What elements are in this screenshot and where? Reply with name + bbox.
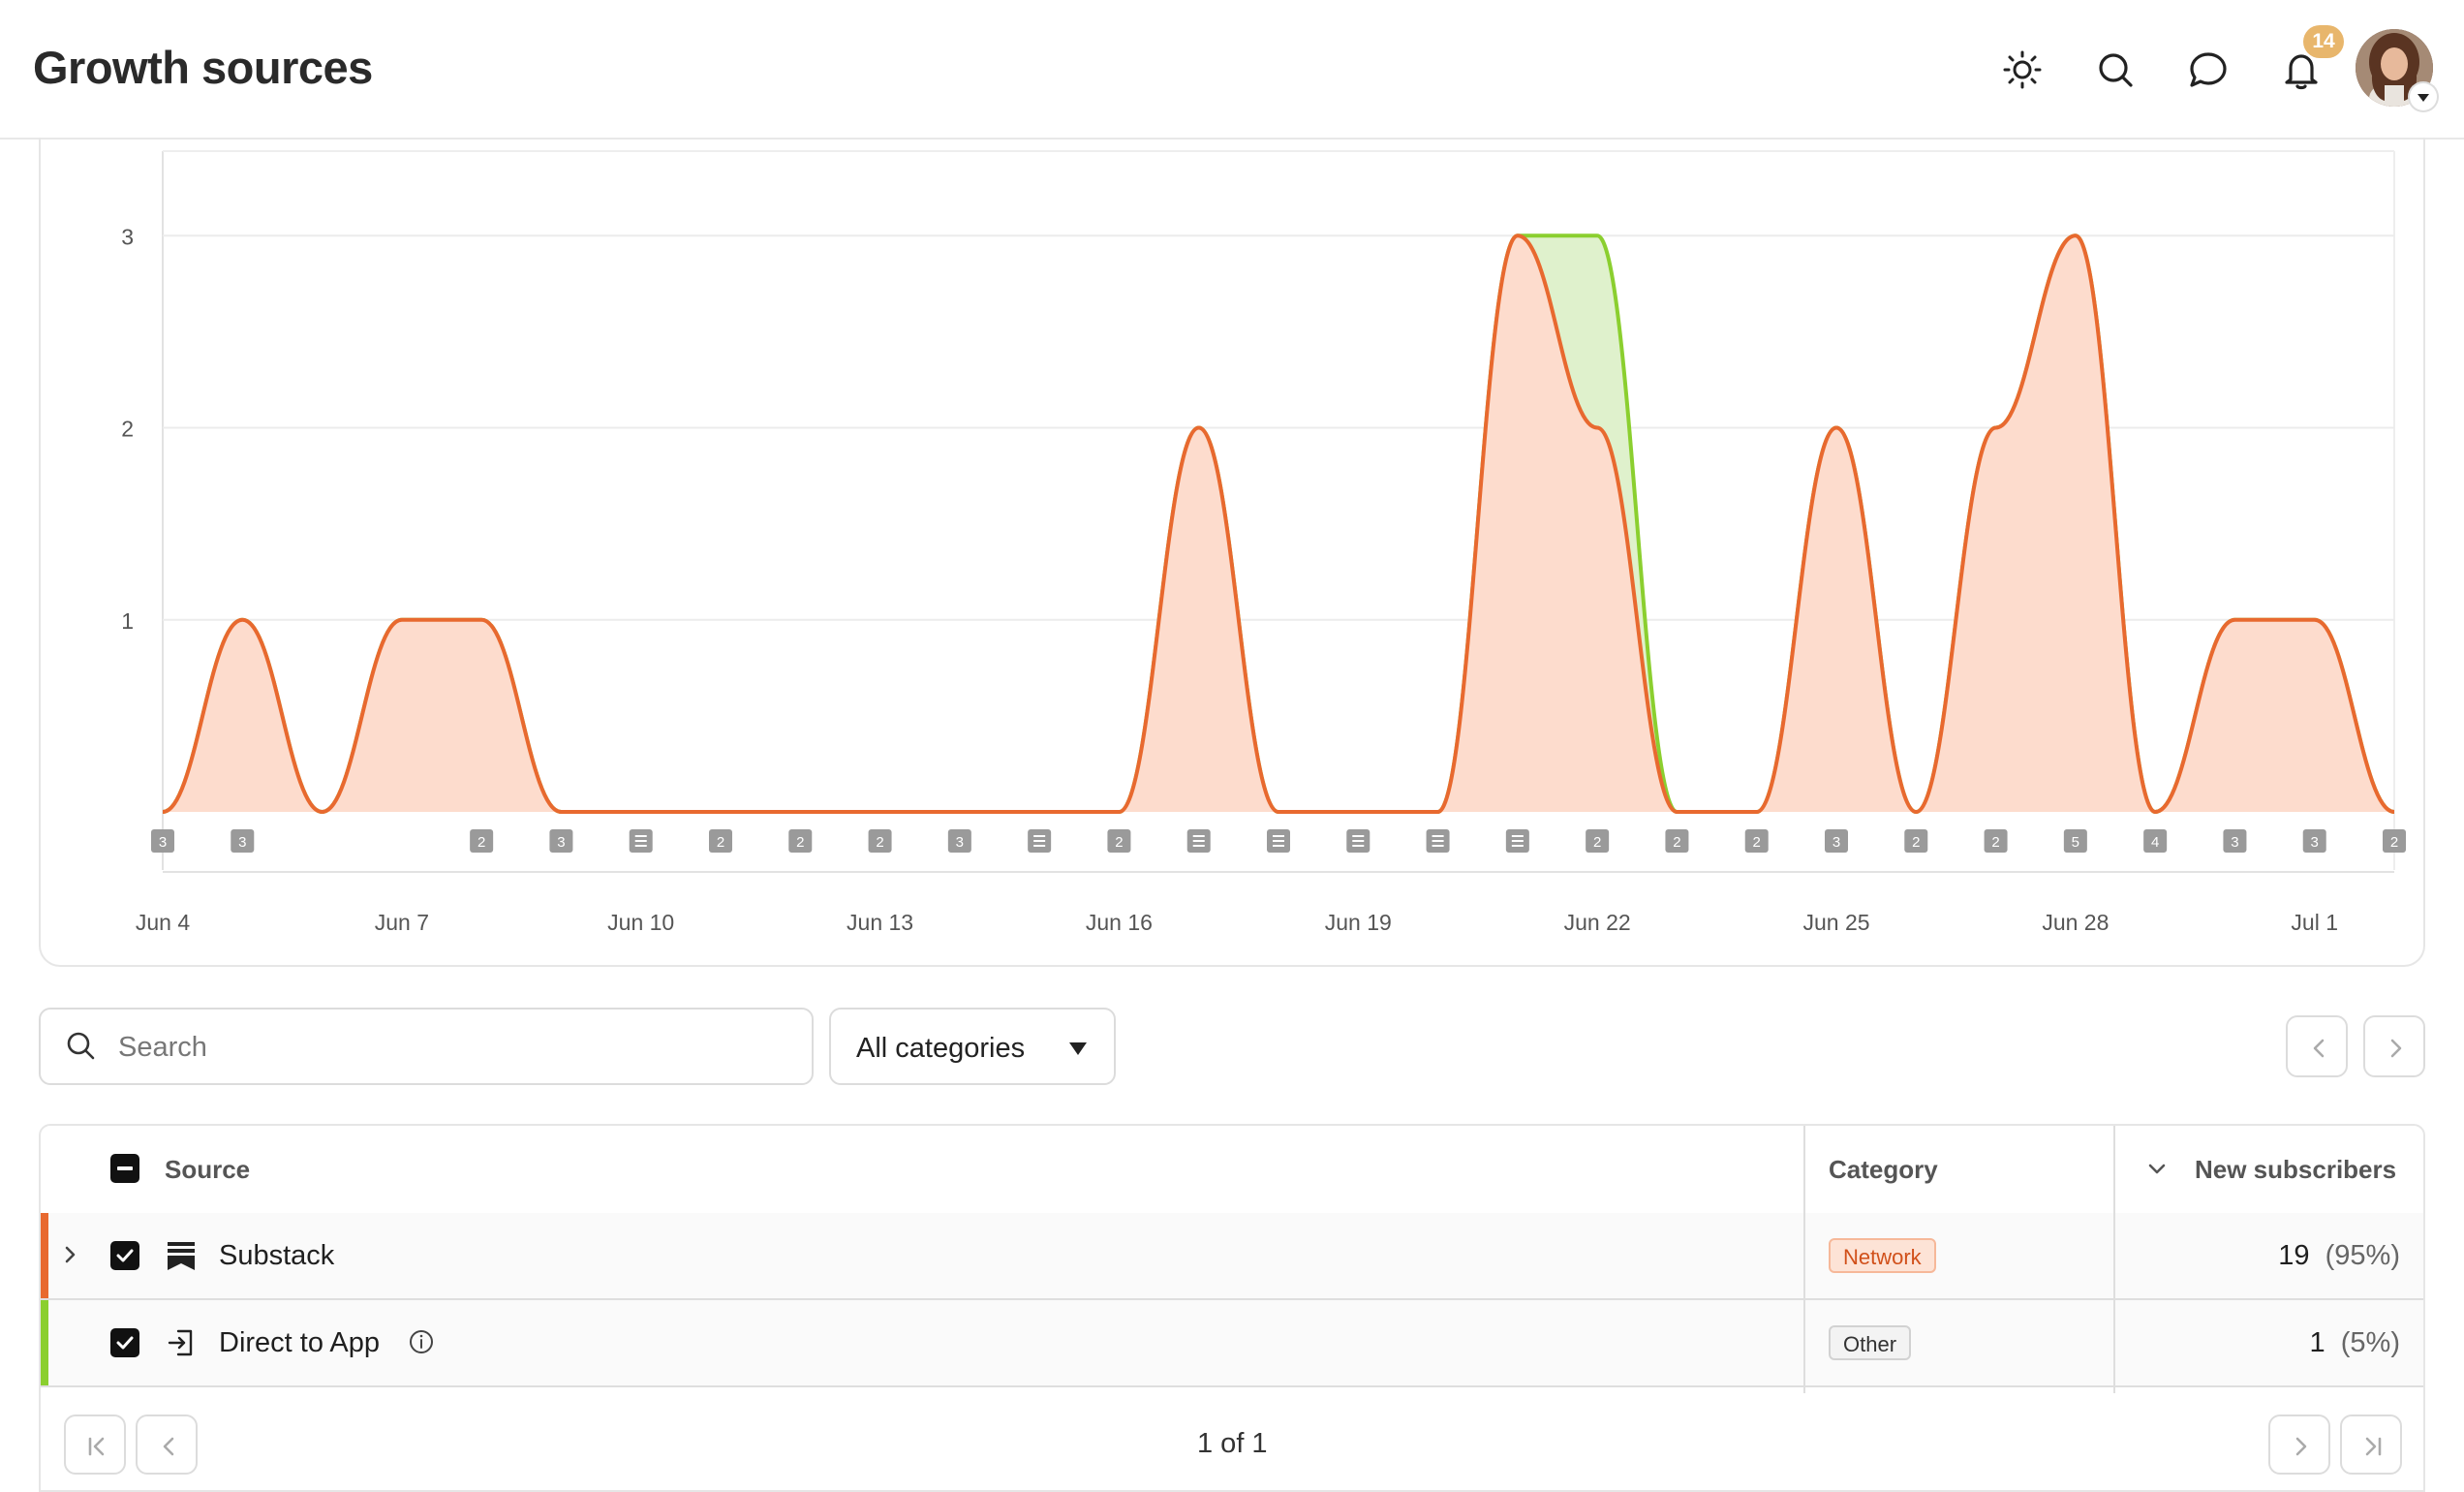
table-row[interactable]: Direct to App Other 1 (5%) <box>41 1300 2423 1387</box>
prev-button[interactable] <box>2286 1015 2348 1077</box>
select-all-checkbox[interactable] <box>110 1154 139 1183</box>
check-icon <box>116 1249 134 1262</box>
source-column-header[interactable]: Source <box>165 1155 250 1185</box>
x-tick-label: Jul 1 <box>2291 910 2338 935</box>
category-tag: Other <box>1829 1325 1912 1360</box>
row-checkbox[interactable] <box>110 1328 139 1357</box>
subscriber-count: 19 (95%) <box>2278 1240 2400 1272</box>
post-marker-count: 2 <box>1673 834 1680 851</box>
info-icon[interactable] <box>407 1327 436 1356</box>
post-marker-count: 3 <box>1833 834 1840 851</box>
category-select[interactable]: All categories <box>829 1008 1116 1085</box>
expand-chevron-icon[interactable] <box>58 1242 83 1267</box>
check-icon <box>116 1336 134 1350</box>
x-tick-label: Jun 13 <box>847 910 913 935</box>
sort-chevron-down-icon[interactable] <box>2142 1155 2171 1184</box>
chat-icon[interactable] <box>2181 43 2235 97</box>
account-menu-chevron-icon[interactable] <box>2410 83 2437 110</box>
post-marker-count: 3 <box>2231 834 2238 851</box>
source-name: Direct to App <box>219 1327 381 1358</box>
post-marker-count: 2 <box>796 834 804 851</box>
search-icon[interactable] <box>2088 43 2142 97</box>
chevron-right-icon <box>2295 1437 2307 1456</box>
x-tick-label: Jun 28 <box>2042 910 2109 935</box>
search-icon <box>67 1032 95 1060</box>
subscriber-percent: (5%) <box>2340 1327 2400 1358</box>
category-column-header[interactable]: Category <box>1829 1155 1938 1185</box>
row-accent-bar <box>41 1300 48 1385</box>
series-area-substack <box>163 235 2394 813</box>
x-tick-label: Jun 19 <box>1325 910 1392 935</box>
post-marker-count: 2 <box>1991 834 1999 851</box>
x-tick-label: Jun 16 <box>1086 910 1153 935</box>
page-title: Growth sources <box>33 42 373 93</box>
y-tick-label: 3 <box>121 224 134 249</box>
last-page-button[interactable] <box>2340 1414 2402 1475</box>
post-marker-count: 3 <box>557 834 565 851</box>
next-button[interactable] <box>2363 1015 2425 1077</box>
post-marker-count: 2 <box>2390 834 2398 851</box>
post-marker-count: 2 <box>1753 834 1761 851</box>
post-marker-count: 2 <box>477 834 485 851</box>
search-input[interactable] <box>116 1019 798 1075</box>
subscriber-count: 1 (5%) <box>2310 1327 2401 1359</box>
notification-badge: 14 <box>2303 25 2344 58</box>
post-marker-count: 2 <box>717 834 724 851</box>
growth-chart-card: 1 2 3 3 3 2 3 2 2 2 3 2 2 2 2 3 2 2 5 4 3 3 2 Jun 4 Jun 7 Jun 10 J… <box>39 138 2425 967</box>
last-page-icon <box>2365 1437 2382 1456</box>
post-marker-count: 3 <box>956 834 964 851</box>
growth-chart: 1 2 3 3 3 2 3 2 2 2 3 2 2 2 2 3 2 2 5 4 3 3 2 Jun 4 Jun 7 Jun 10 J… <box>121 150 2406 935</box>
table-header: Source Category New subscribers <box>41 1126 2423 1215</box>
substack-icon <box>168 1242 195 1270</box>
table-row[interactable]: Substack Network 19 (95%) <box>41 1213 2423 1300</box>
chevron-right-icon <box>2390 1039 2402 1058</box>
chevron-left-icon <box>163 1437 174 1456</box>
post-marker-count: 4 <box>2151 834 2159 851</box>
subscriber-count-value: 1 <box>2309 1327 2325 1358</box>
post-marker-count: 2 <box>1593 834 1601 851</box>
enter-app-icon <box>168 1329 193 1356</box>
column-divider <box>1803 1126 1805 1393</box>
y-tick-label: 2 <box>121 417 134 442</box>
first-page-icon <box>88 1437 105 1456</box>
indeterminate-icon <box>117 1166 133 1170</box>
row-accent-bar <box>41 1213 48 1298</box>
x-tick-label: Jun 4 <box>136 910 190 935</box>
sun-icon[interactable] <box>1995 43 2049 97</box>
x-tick-label: Jun 22 <box>1564 910 1631 935</box>
next-page-button[interactable] <box>2268 1414 2330 1475</box>
x-tick-label: Jun 25 <box>1802 910 1869 935</box>
prev-page-button[interactable] <box>136 1414 198 1475</box>
category-select-value: All categories <box>856 1033 1026 1064</box>
x-tick-label: Jun 7 <box>375 910 429 935</box>
subscriber-percent: (95%) <box>2325 1240 2400 1271</box>
y-tick-label: 1 <box>121 608 134 634</box>
post-marker-count: 5 <box>2072 834 2079 851</box>
post-marker-count: 3 <box>159 834 167 851</box>
column-divider <box>2113 1126 2115 1393</box>
search-field[interactable] <box>39 1008 814 1085</box>
first-page-button[interactable] <box>64 1414 126 1475</box>
caret-down-icon <box>1069 1042 1087 1055</box>
source-name: Substack <box>219 1240 335 1271</box>
page-header: Growth sources 14 <box>0 0 2464 140</box>
post-marker-count: 2 <box>1115 834 1123 851</box>
post-marker-count: 3 <box>2311 834 2319 851</box>
new-subscribers-column-header[interactable]: New subscribers <box>2195 1155 2396 1185</box>
post-marker-count: 2 <box>876 834 883 851</box>
x-tick-label: Jun 10 <box>607 910 674 935</box>
subscriber-count-value: 19 <box>2278 1240 2310 1271</box>
post-marker-count: 3 <box>238 834 246 851</box>
page-indicator: 1 of 1 <box>1197 1428 1268 1459</box>
chevron-left-icon <box>2313 1039 2325 1058</box>
category-tag: Network <box>1829 1238 1936 1273</box>
post-marker-count: 2 <box>1912 834 1920 851</box>
row-checkbox[interactable] <box>110 1241 139 1270</box>
